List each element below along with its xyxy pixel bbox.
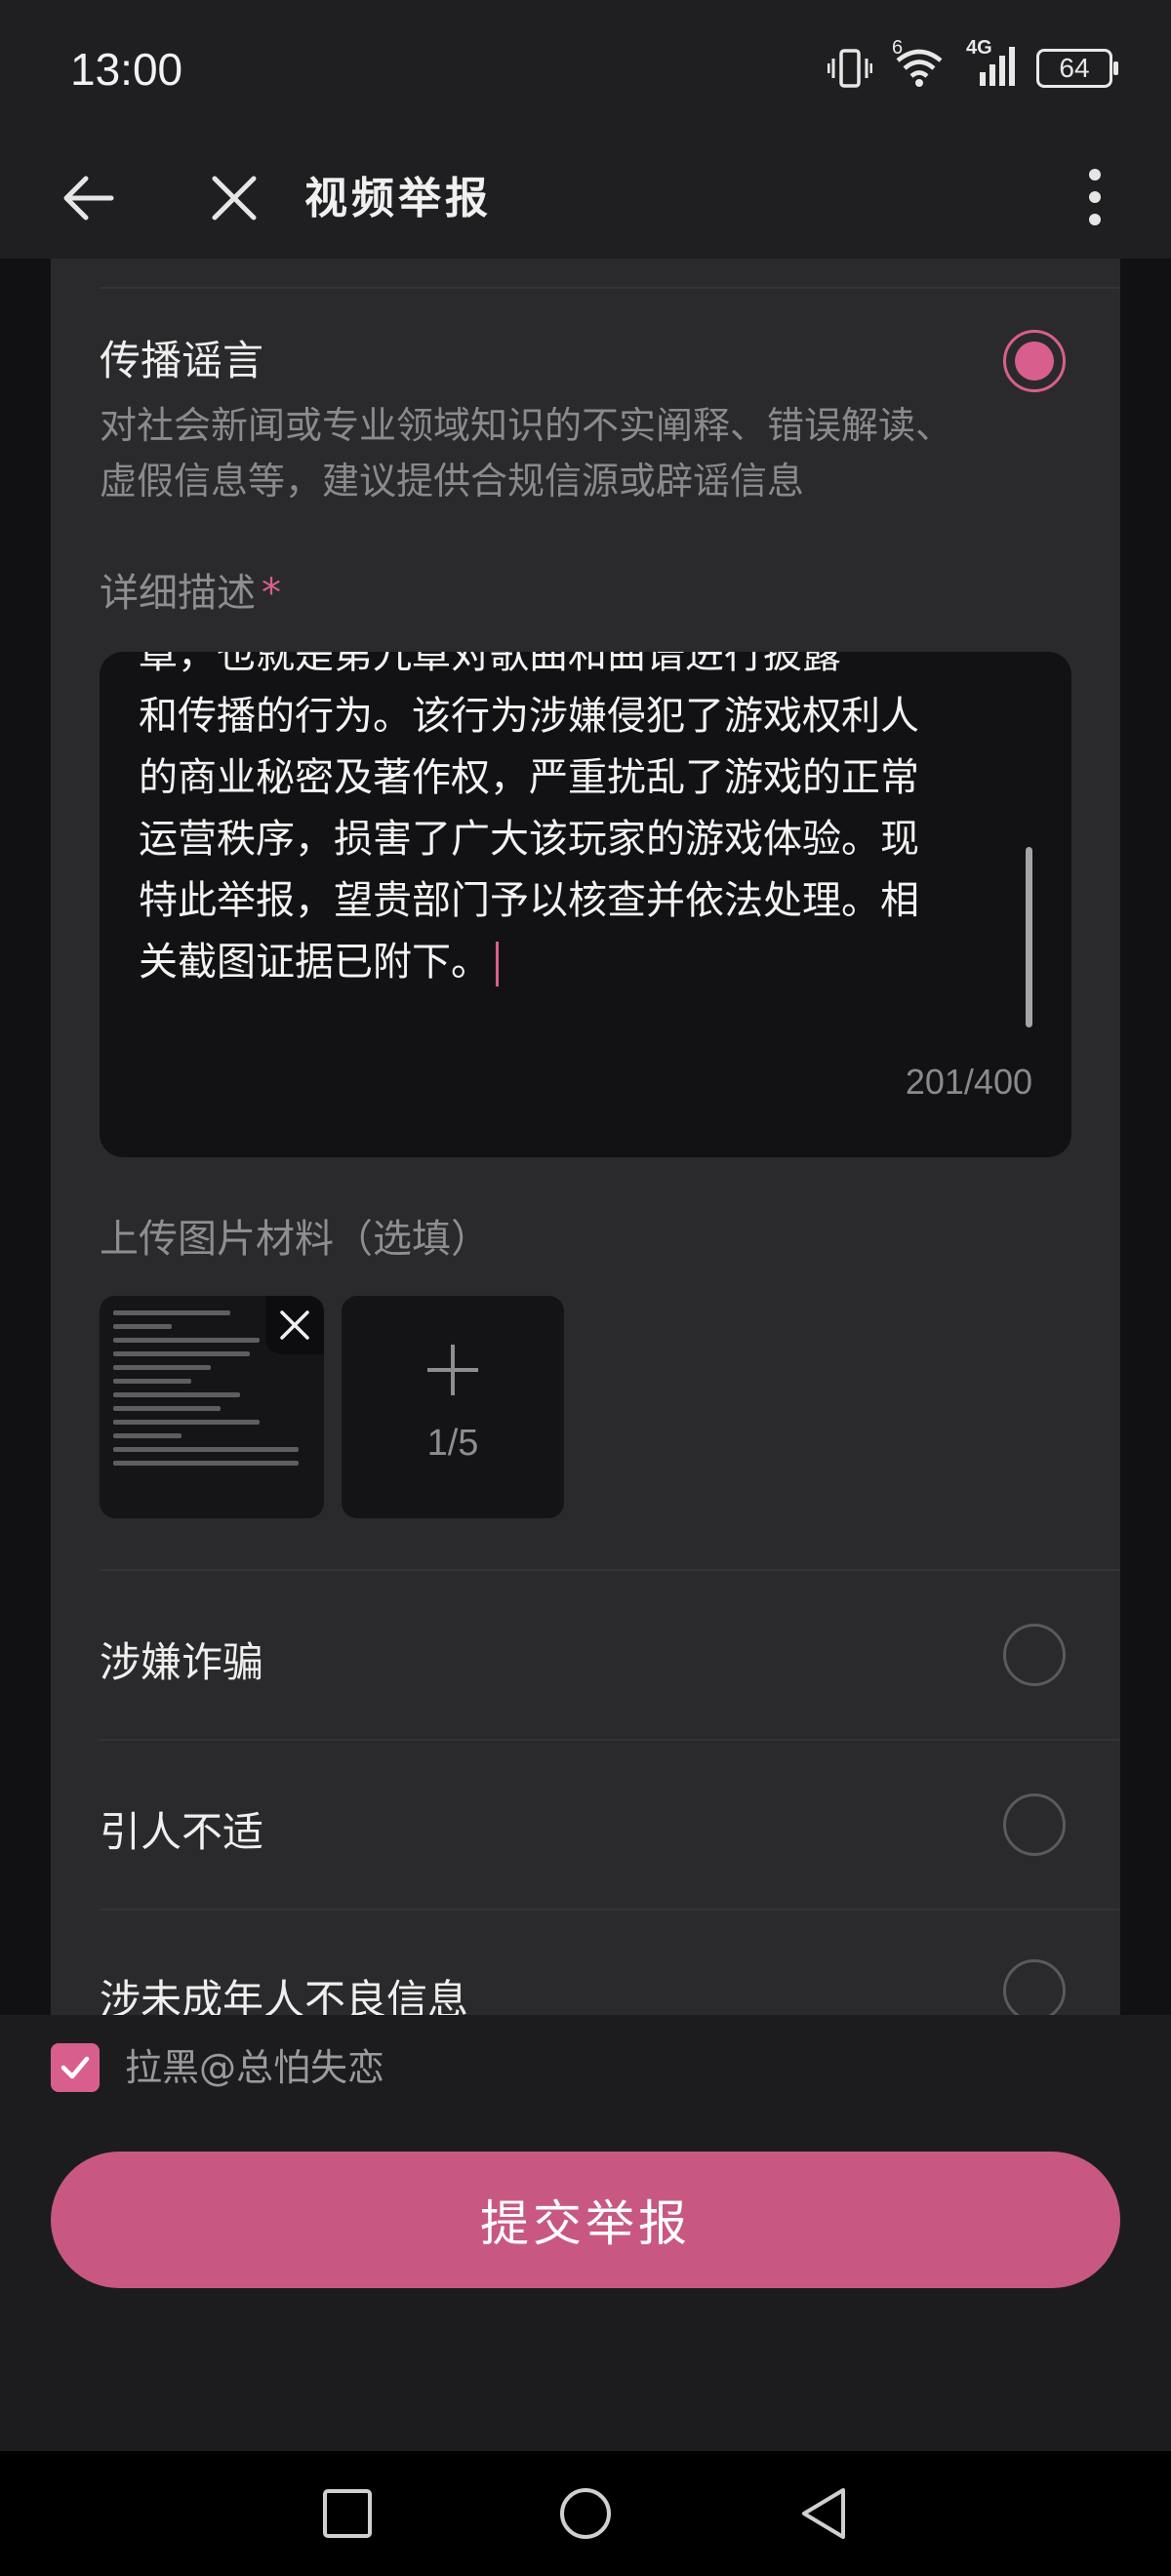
radio-fraud[interactable] (1003, 1624, 1066, 1686)
home-icon[interactable] (558, 2486, 613, 2541)
vibrate-icon (828, 49, 872, 88)
radio-minors-clip (1003, 1959, 1066, 2015)
uploaded-image-thumbnail[interactable] (100, 1296, 324, 1518)
wifi-badge: 6 (892, 37, 904, 59)
option-fraud[interactable]: 涉嫌诈骗 (100, 1569, 1120, 1737)
image-count: 1/5 (426, 1423, 479, 1464)
detail-line: 关截图证据已附下。 (139, 940, 490, 985)
option-rumor[interactable]: 传播谣言 对社会新闻或专业领域知识的不实阐释、错误解读、虚假信息等，建议提供合规… (100, 328, 1075, 513)
status-time: 13:00 (70, 44, 183, 95)
radio-minors[interactable] (1003, 1959, 1066, 2015)
option-description: 对社会新闻或专业领域知识的不实阐释、错误解读、虚假信息等，建议提供合规信源或辟谣… (100, 404, 953, 503)
detail-text: 章，也就是第九章对歌曲和曲谱进行披露 和传播的行为。该行为涉嫌侵犯了游戏权利人 … (139, 652, 1017, 993)
required-mark: * (262, 571, 281, 616)
battery-indicator: 64 (1036, 49, 1118, 88)
app-header: 视频举报 (0, 141, 1171, 259)
wifi-icon: 6 (892, 37, 947, 92)
plus-icon (427, 1345, 478, 1395)
option-discomfort[interactable]: 引人不适 (100, 1739, 1120, 1907)
option-title: 涉未成年人不良信息 (100, 1976, 469, 2015)
check-icon (61, 2056, 90, 2079)
more-vertical-icon (1089, 169, 1101, 225)
detail-textarea[interactable]: 章，也就是第九章对歌曲和曲谱进行披露 和传播的行为。该行为涉嫌侵犯了游戏权利人 … (100, 652, 1071, 1157)
block-user-checkbox[interactable] (51, 2043, 100, 2092)
radio-discomfort[interactable] (1003, 1793, 1066, 1856)
close-icon (212, 176, 257, 221)
detail-line: 章，也就是第九章对歌曲和曲谱进行披露 (139, 652, 841, 677)
remove-image-button[interactable] (265, 1296, 324, 1354)
more-button[interactable] (1077, 163, 1112, 235)
detail-label-text: 详细描述 (100, 571, 256, 616)
upload-label: 上传图片材料（选填） (100, 1217, 490, 1262)
submit-report-button[interactable]: 提交举报 (51, 2152, 1120, 2288)
status-icons: 6 4G 64 (828, 37, 1118, 92)
close-button[interactable] (205, 169, 263, 231)
detail-line: 特此举报，望贵部门予以核查并依法处理。相 (139, 878, 919, 923)
detail-line: 和传播的行为。该行为涉嫌侵犯了游戏权利人 (139, 694, 919, 739)
option-title: 涉嫌诈骗 (100, 1638, 264, 1686)
textarea-scrollbar[interactable] (1026, 847, 1032, 1027)
page-title: 视频举报 (304, 174, 492, 223)
detail-label: 详细描述 * (100, 561, 281, 618)
status-bar: 13:00 6 4G 64 (0, 0, 1171, 141)
recent-apps-icon[interactable] (322, 2488, 373, 2539)
char-counter: 201/400 (905, 1062, 1032, 1102)
option-title: 传播谣言 (100, 337, 264, 384)
system-navigation-bar (0, 2451, 1171, 2576)
detail-line: 运营秩序，损害了广大该玩家的游戏体验。现 (139, 817, 919, 862)
detail-line-last: 关截图证据已附下。 (139, 932, 1017, 993)
text-caret (496, 942, 499, 986)
back-button[interactable] (59, 169, 117, 231)
close-icon (280, 1310, 309, 1340)
radio-selected-dot (1015, 342, 1054, 381)
battery-level: 64 (1059, 53, 1090, 83)
block-user-label[interactable]: 拉黑@总怕失恋 (125, 2043, 384, 2092)
cellular-signal-icon: 4G (966, 37, 1017, 92)
back-nav-icon[interactable] (798, 2486, 849, 2541)
radio-rumor[interactable] (1003, 330, 1066, 392)
add-image-button[interactable]: 1/5 (342, 1296, 564, 1518)
detail-line: 的商业秘密及著作权，严重扰乱了游戏的正常 (139, 755, 919, 800)
divider (100, 287, 1120, 289)
option-title: 引人不适 (100, 1808, 264, 1856)
network-type: 4G (966, 37, 992, 59)
option-minors[interactable]: 涉未成年人不良信息 (100, 1909, 1120, 2015)
arrow-left-icon (63, 176, 114, 221)
